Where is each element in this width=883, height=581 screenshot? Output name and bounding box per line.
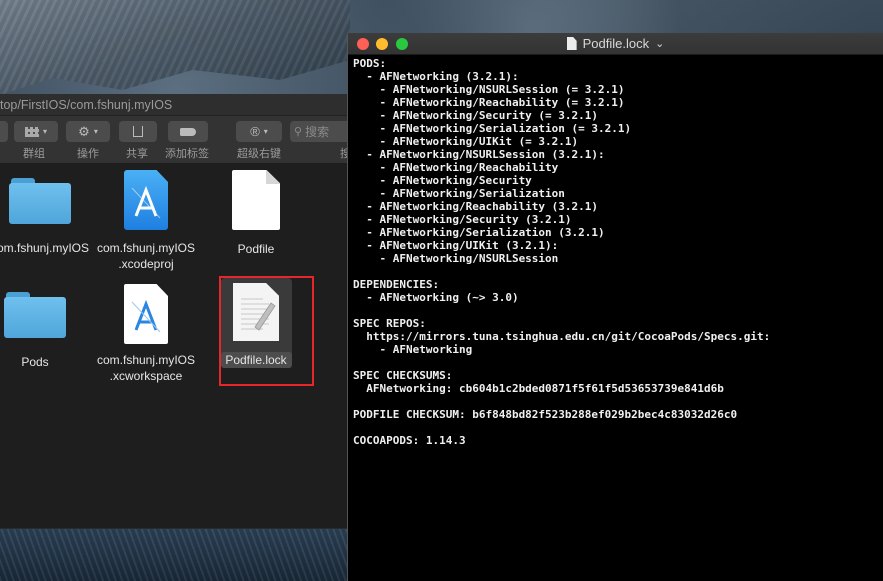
terminal-line: - AFNetworking/Security (3.2.1) [353, 213, 572, 226]
registered-icon: ® [250, 124, 260, 139]
terminal-line: DEPENDENCIES: [353, 278, 440, 291]
finder-toolbar: ▾ 群组 ⚙ ▾ 操作 共享 添加标签 ® ▾ 超级右键 ⚲ 搜索 搜 [0, 116, 351, 164]
file-item-podfile[interactable]: Podfile [196, 170, 316, 257]
action-button[interactable]: ⚙ ▾ [66, 121, 110, 142]
grid-icon [24, 126, 39, 137]
terminal-line: - AFNetworking/NSURLSession (3.2.1): [353, 148, 605, 161]
terminal-line: COCOAPODS: 1.14.3 [353, 434, 466, 447]
terminal-line: AFNetworking: cb604b1c2bded0871f5f61f5d5… [353, 382, 724, 395]
terminal-line: - AFNetworking/Reachability (= 3.2.1) [353, 96, 625, 109]
terminal-line: - AFNetworking/Serialization (3.2.1) [353, 226, 605, 239]
add-tag-button[interactable] [168, 121, 208, 142]
terminal-line: - AFNetworking/Reachability (3.2.1) [353, 200, 599, 213]
terminal-line: - AFNetworking/NSURLSession [353, 252, 559, 265]
file-name: Pods [21, 355, 49, 369]
terminal-line: - AFNetworking [353, 343, 473, 356]
wallpaper-shore [0, 528, 350, 581]
terminal-title[interactable]: Podfile.lock ⌄ [566, 36, 665, 51]
tag-icon [180, 127, 196, 136]
chevron-down-icon: ▾ [263, 127, 268, 136]
file-name-line2: .xcodeproj [118, 257, 174, 271]
finder-path-title: top/FirstIOS/com.fshunj.myIOS [0, 98, 173, 112]
terminal-titlebar[interactable]: Podfile.lock ⌄ [348, 33, 883, 55]
group-label: 群组 [23, 148, 45, 160]
terminal-line: - AFNetworking/Security [353, 174, 532, 187]
terminal-line: - AFNetworking/UIKit (3.2.1): [353, 239, 559, 252]
terminal-line: - AFNetworking (~> 3.0) [353, 291, 519, 304]
share-button[interactable] [119, 121, 157, 142]
super-right-click-button[interactable]: ® ▾ [236, 121, 282, 142]
document-icon [566, 37, 577, 50]
chevron-down-icon: ⌄ [655, 38, 665, 50]
search-input[interactable]: ⚲ 搜索 [290, 121, 349, 142]
folder-icon [4, 292, 66, 338]
terminal-title-text: Podfile.lock [582, 36, 650, 51]
share-icon [133, 126, 143, 137]
terminal-line: - AFNetworking/Reachability [353, 161, 559, 174]
terminal-window: Podfile.lock ⌄ PODS: - AFNetworking (3.2… [347, 33, 883, 581]
terminal-line: - AFNetworking/UIKit (= 3.2.1) [353, 135, 579, 148]
xcworkspace-icon [122, 284, 170, 344]
file-name: Podfile [237, 242, 275, 256]
file-name-line2: .xcworkspace [109, 369, 183, 383]
terminal-line: https://mirrors.tuna.tsinghua.edu.cn/git… [353, 330, 771, 343]
terminal-line: - AFNetworking/Security (= 3.2.1) [353, 109, 599, 122]
minimize-button[interactable] [376, 38, 388, 50]
search-placeholder: 搜索 [305, 125, 330, 139]
terminal-line: SPEC CHECKSUMS: [353, 369, 453, 382]
chevron-down-icon: ▾ [93, 127, 98, 136]
file-item-xcodeproj[interactable]: com.fshunj.myIOS .xcodeproj [86, 170, 206, 272]
file-item-folder-myios[interactable]: com.fshunj.myIOS [0, 178, 100, 256]
close-button[interactable] [357, 38, 369, 50]
add-tag-label: 添加标签 [165, 148, 209, 160]
document-icon [232, 170, 280, 230]
xcodeproj-icon [122, 170, 170, 230]
share-label: 共享 [126, 148, 148, 160]
zoom-button[interactable] [396, 38, 408, 50]
terminal-line: PODFILE CHECKSUM: b6f848bd82f523b288ef02… [353, 408, 738, 421]
chevron-down-icon: ▾ [42, 127, 47, 136]
super-right-click-label: 超级右键 [237, 148, 281, 160]
view-group-button[interactable]: ▾ [14, 121, 58, 142]
terminal-line: PODS: [353, 57, 387, 70]
finder-titlebar[interactable]: top/FirstIOS/com.fshunj.myIOS [0, 94, 348, 116]
terminal-output[interactable]: PODS: - AFNetworking (3.2.1): - AFNetwor… [348, 55, 883, 447]
annotation-highlight-box [219, 276, 314, 386]
file-name: com.fshunj.myIOS [0, 241, 90, 255]
terminal-line: - AFNetworking/NSURLSession (= 3.2.1) [353, 83, 625, 96]
file-name-line1: com.fshunj.myIOS [96, 241, 196, 255]
file-name-line1: com.fshunj.myIOS [96, 353, 196, 367]
back-button[interactable] [0, 121, 8, 142]
terminal-line: SPEC REPOS: [353, 317, 426, 330]
gear-icon: ⚙ [78, 123, 90, 139]
terminal-line: - AFNetworking/Serialization [353, 187, 565, 200]
folder-icon [9, 178, 71, 224]
action-label: 操作 [77, 148, 99, 160]
file-item-xcworkspace[interactable]: com.fshunj.myIOS .xcworkspace [86, 284, 206, 384]
file-item-folder-pods[interactable]: Pods [0, 292, 95, 370]
search-icon: ⚲ [294, 126, 303, 138]
terminal-line: - AFNetworking/Serialization (= 3.2.1) [353, 122, 632, 135]
terminal-line: - AFNetworking (3.2.1): [353, 70, 519, 83]
